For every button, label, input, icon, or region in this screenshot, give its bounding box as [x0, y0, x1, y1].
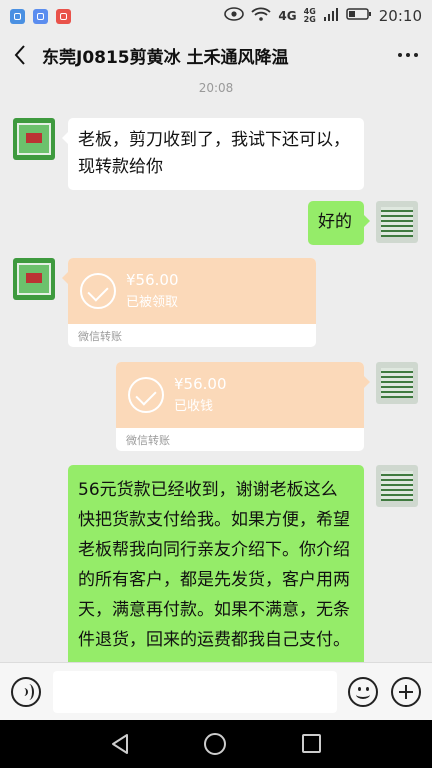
chat-title: 东莞J0815剪黄冰 土禾通风降温 — [42, 47, 289, 68]
more-options-button[interactable] — [384, 32, 432, 78]
check-circle-icon — [80, 273, 116, 309]
incoming-message-bubble[interactable]: 老板，剪刀收到了，我试下还可以，现转款给你 — [62, 118, 364, 190]
clock: 20:10 — [378, 7, 422, 25]
dot-icon — [414, 53, 418, 57]
message-text: 老板，剪刀收到了，我试下还可以，现转款给你 — [78, 130, 350, 177]
battery-icon — [346, 7, 372, 25]
transfer-footer: 微信转账 — [126, 434, 170, 447]
transfer-amount: ¥56.00 — [126, 271, 179, 289]
dot-icon — [398, 53, 402, 57]
eye-icon — [224, 7, 245, 25]
back-button[interactable] — [0, 32, 40, 78]
message-text: 56元货款已经收到，谢谢老板这么快把货款支付给我。如果方便，希望老板帮我向同行亲… — [78, 480, 350, 650]
message-input-bar — [0, 662, 432, 720]
nav-back-button[interactable] — [110, 733, 130, 759]
my-avatar[interactable] — [376, 465, 418, 507]
outgoing-message-bubble[interactable]: 好的 — [308, 201, 370, 245]
transfer-status: 已收钱 — [174, 399, 214, 414]
my-avatar[interactable] — [376, 362, 418, 404]
chat-header: 东莞J0815剪黄冰 土禾通风降温 — [0, 32, 432, 78]
transfer-card-received[interactable]: ¥56.00 已被领取 微信转账 — [62, 258, 316, 347]
dot-icon — [406, 53, 410, 57]
network-type-bottom: 2G — [303, 15, 316, 24]
contact-avatar[interactable] — [13, 118, 55, 160]
transfer-card-collected[interactable]: ¥56.00 已收钱 微信转账 — [116, 362, 370, 451]
check-circle-icon — [128, 377, 164, 413]
voice-input-button[interactable] — [11, 677, 41, 707]
wifi-icon — [251, 7, 272, 25]
outgoing-message-bubble[interactable]: 56元货款已经收到，谢谢老板这么快把货款支付给我。如果方便，希望老板帮我向同行亲… — [68, 465, 364, 662]
signal-icon — [323, 7, 339, 25]
notification-app-icon — [33, 8, 48, 24]
shield-app-icon — [10, 8, 25, 24]
contact-avatar[interactable] — [13, 258, 55, 300]
transfer-footer: 微信转账 — [78, 330, 122, 343]
nav-home-button[interactable] — [204, 733, 226, 755]
network-type-stack: 4G 2G — [304, 8, 316, 24]
my-avatar[interactable] — [376, 201, 418, 243]
message-input[interactable] — [53, 671, 337, 713]
transfer-status: 已被领取 — [126, 295, 179, 310]
message-timestamp: 20:08 — [198, 81, 234, 95]
chevron-left-icon — [14, 45, 25, 65]
system-navigation-bar — [0, 720, 432, 768]
triangle-back-icon — [112, 734, 128, 754]
nav-recents-button[interactable] — [302, 734, 321, 753]
message-text: 好的 — [318, 212, 352, 232]
more-functions-button[interactable] — [391, 677, 421, 707]
status-bar: 4G 4G 2G 20:10 — [0, 0, 432, 32]
message-app-icon — [56, 8, 71, 24]
network-type-label: 4G — [278, 9, 297, 23]
transfer-amount: ¥56.00 — [174, 375, 227, 393]
emoji-button[interactable] — [348, 677, 378, 707]
